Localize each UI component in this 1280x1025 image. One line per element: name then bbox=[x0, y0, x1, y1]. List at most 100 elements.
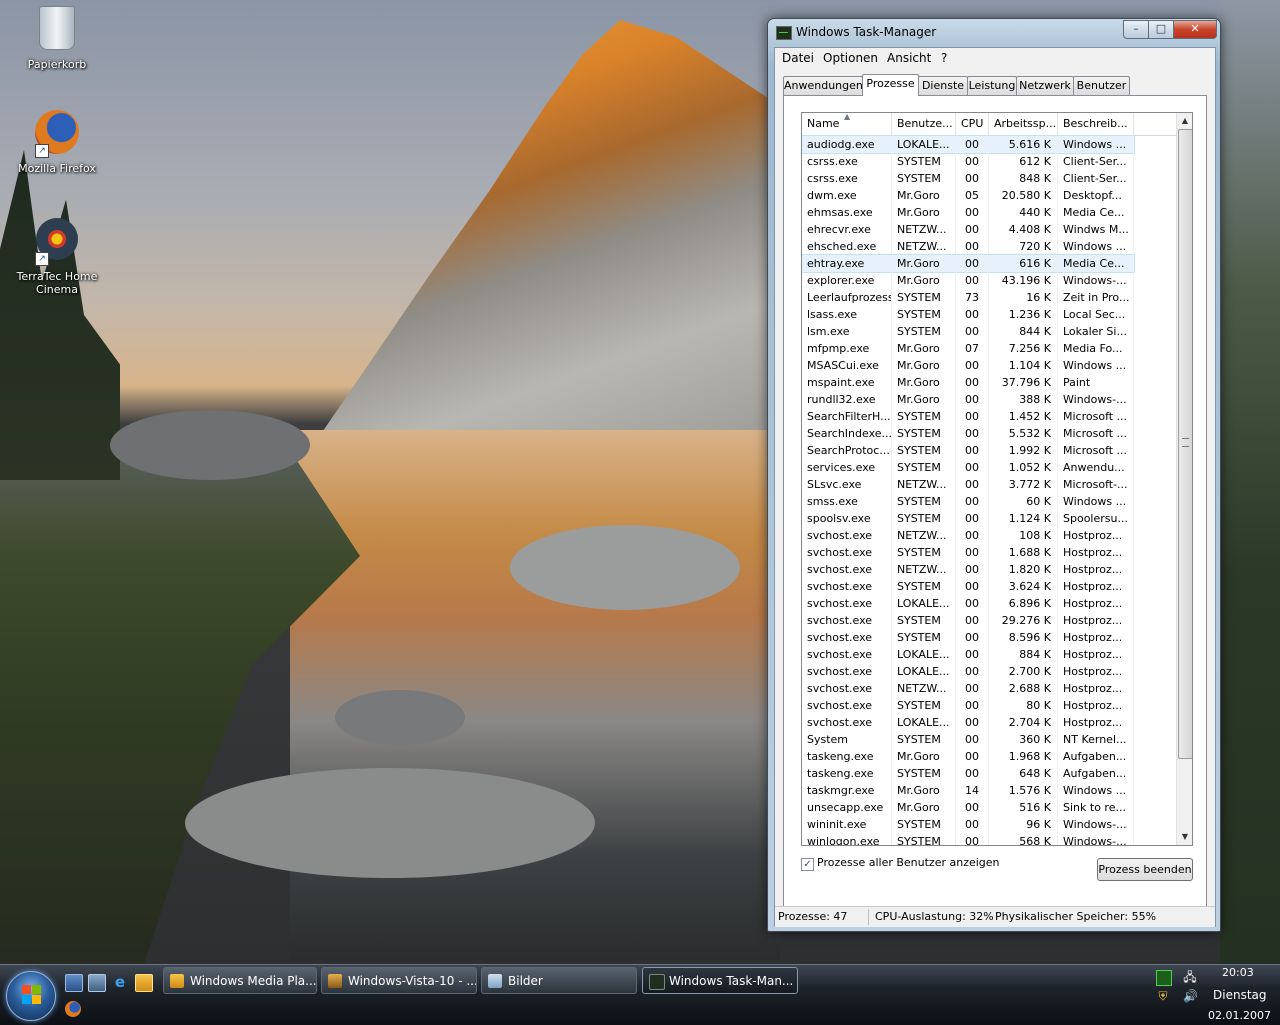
table-row[interactable]: ehrecvr.exe NETZW... 00 4.408 K Windws M... bbox=[802, 221, 1134, 238]
taskbar-button-bilder[interactable]: Bilder bbox=[481, 967, 637, 994]
scroll-thumb[interactable] bbox=[1178, 129, 1192, 759]
table-row[interactable]: svchost.exe SYSTEM 00 80 K Hostproz... bbox=[802, 697, 1134, 714]
menu-datei[interactable]: Datei bbox=[782, 51, 814, 65]
table-row[interactable]: dwm.exe Mr.Goro 05 20.580 K Desktopf... bbox=[802, 187, 1134, 204]
close-button[interactable]: ✕ bbox=[1173, 20, 1217, 39]
process-list[interactable]: ▲ Name Benutze... CPU Arbeitssp... Besch… bbox=[801, 112, 1193, 846]
switch-windows-icon[interactable] bbox=[88, 974, 106, 992]
taskbar-button-label: Bilder bbox=[508, 974, 543, 988]
table-row[interactable]: SearchFilterH... SYSTEM 00 1.452 K Microsoft… bbox=[802, 408, 1134, 425]
network-icon[interactable]: 🖧 bbox=[1183, 970, 1197, 984]
table-row[interactable]: explorer.exe Mr.Goro 00 43.196 K Windows-... bbox=[802, 272, 1134, 289]
tab-anwendungen[interactable]: Anwendungen bbox=[783, 76, 863, 95]
cpu-meter-icon[interactable] bbox=[1156, 970, 1172, 986]
table-row[interactable]: unsecapp.exe Mr.Goro 00 516 K Sink to re... bbox=[802, 799, 1134, 816]
table-row[interactable]: smss.exe SYSTEM 00 60 K Windows ... bbox=[802, 493, 1134, 510]
table-row[interactable]: csrss.exe SYSTEM 00 612 K Client-Ser... bbox=[802, 153, 1134, 170]
firefox-quicklaunch-icon[interactable] bbox=[65, 1001, 81, 1017]
table-row[interactable]: SearchIndexe... SYSTEM 00 5.532 K Microsoft … bbox=[802, 425, 1134, 442]
table-row[interactable]: mfpmp.exe Mr.Goro 07 7.256 K Media Fo... bbox=[802, 340, 1134, 357]
process-description: Hostproz... bbox=[1058, 646, 1134, 663]
process-name: svchost.exe bbox=[802, 544, 892, 561]
tab-benutzer[interactable]: Benutzer bbox=[1073, 76, 1130, 95]
column-header-name[interactable]: ▲ Name bbox=[802, 113, 892, 135]
tab-prozesse[interactable]: Prozesse bbox=[862, 74, 919, 96]
table-row[interactable]: svchost.exe LOKALE... 00 884 K Hostproz... bbox=[802, 646, 1134, 663]
table-row[interactable]: spoolsv.exe SYSTEM 00 1.124 K Spoolersu... bbox=[802, 510, 1134, 527]
taskbar-button-task-manager[interactable]: Windows Task-Man... bbox=[642, 967, 798, 994]
table-row[interactable]: services.exe SYSTEM 00 1.052 K Anwendu... bbox=[802, 459, 1134, 476]
volume-icon[interactable]: 🔊 bbox=[1183, 989, 1198, 1003]
tab-netzwerk[interactable]: Netzwerk bbox=[1016, 76, 1074, 95]
process-cpu: 00 bbox=[956, 221, 989, 238]
menu-optionen[interactable]: Optionen bbox=[823, 51, 878, 65]
table-row[interactable]: svchost.exe NETZW... 00 108 K Hostproz... bbox=[802, 527, 1134, 544]
tab-dienste[interactable]: Dienste bbox=[918, 76, 968, 95]
table-row[interactable]: audiodg.exe LOKALE... 00 5.616 K Windows ... bbox=[802, 135, 1135, 154]
table-row[interactable]: taskeng.exe SYSTEM 00 648 K Aufgaben... bbox=[802, 765, 1134, 782]
table-row[interactable]: svchost.exe SYSTEM 00 29.276 K Hostproz... bbox=[802, 612, 1134, 629]
show-desktop-icon[interactable] bbox=[65, 974, 83, 992]
table-row[interactable]: svchost.exe NETZW... 00 2.688 K Hostproz... bbox=[802, 680, 1134, 697]
table-row[interactable]: mspaint.exe Mr.Goro 00 37.796 K Paint bbox=[802, 374, 1134, 391]
clock-time[interactable]: 20:03 bbox=[1222, 966, 1254, 979]
process-name: smss.exe bbox=[802, 493, 892, 510]
tab-leistung[interactable]: Leistung bbox=[967, 76, 1017, 95]
desktop-icon-terratec[interactable]: ↗ TerraTec Home Cinema bbox=[12, 218, 102, 296]
table-row[interactable]: SLsvc.exe NETZW... 00 3.772 K Microsoft-... bbox=[802, 476, 1134, 493]
table-row[interactable]: ehtray.exe Mr.Goro 00 616 K Media Ce... bbox=[802, 254, 1135, 273]
column-header-user[interactable]: Benutze... bbox=[892, 113, 956, 135]
table-row[interactable]: svchost.exe LOKALE... 00 2.704 K Hostproz... bbox=[802, 714, 1134, 731]
table-row[interactable]: System SYSTEM 00 360 K NT Kernel... bbox=[802, 731, 1134, 748]
taskbar-button-vista-image[interactable]: Windows-Vista-10 - ... bbox=[321, 967, 477, 994]
table-row[interactable]: winlogon.exe SYSTEM 00 568 K Windows-... bbox=[802, 833, 1134, 845]
table-row[interactable]: wininit.exe SYSTEM 00 96 K Windows-... bbox=[802, 816, 1134, 833]
internet-explorer-icon[interactable]: e bbox=[112, 974, 128, 990]
vertical-scrollbar[interactable]: ▲ ▼ bbox=[1176, 113, 1192, 845]
title-bar[interactable]: Windows Task-Manager – □ ✕ bbox=[768, 19, 1220, 47]
table-row[interactable]: Leerlaufprozess SYSTEM 73 16 K Zeit in Pro..… bbox=[802, 289, 1134, 306]
desktop-icon-recycle-bin[interactable]: Papierkorb bbox=[12, 4, 102, 71]
table-row[interactable]: svchost.exe LOKALE... 00 2.700 K Hostproz... bbox=[802, 663, 1134, 680]
table-row[interactable]: rundll32.exe Mr.Goro 00 388 K Windows-... bbox=[802, 391, 1134, 408]
table-row[interactable]: svchost.exe LOKALE... 00 6.896 K Hostproz... bbox=[802, 595, 1134, 612]
maximize-button[interactable]: □ bbox=[1148, 20, 1174, 39]
task-manager-icon bbox=[649, 974, 665, 990]
column-header-description[interactable]: Beschreib... bbox=[1058, 113, 1134, 135]
security-shield-icon[interactable]: ⛨ bbox=[1156, 989, 1170, 1003]
table-row[interactable]: ehsched.exe NETZW... 00 720 K Windows ... bbox=[802, 238, 1134, 255]
process-cpu: 00 bbox=[956, 272, 989, 289]
media-player-icon[interactable] bbox=[135, 974, 153, 992]
menu-ansicht[interactable]: Ansicht bbox=[887, 51, 931, 65]
process-cpu: 00 bbox=[956, 561, 989, 578]
folder-icon bbox=[488, 974, 502, 988]
end-process-button[interactable]: Prozess beenden bbox=[1097, 858, 1193, 881]
scroll-down-icon[interactable]: ▼ bbox=[1177, 829, 1192, 845]
clock-date[interactable]: 02.01.2007 bbox=[1208, 1009, 1271, 1022]
scroll-up-icon[interactable]: ▲ bbox=[1177, 113, 1192, 129]
table-row[interactable]: svchost.exe SYSTEM 00 3.624 K Hostproz... bbox=[802, 578, 1134, 595]
column-header-memory[interactable]: Arbeitssp... bbox=[989, 113, 1058, 135]
list-header: ▲ Name Benutze... CPU Arbeitssp... Besch… bbox=[802, 113, 1176, 136]
table-row[interactable]: lsass.exe SYSTEM 00 1.236 K Local Sec... bbox=[802, 306, 1134, 323]
table-row[interactable]: svchost.exe SYSTEM 00 8.596 K Hostproz... bbox=[802, 629, 1134, 646]
process-memory: 4.408 K bbox=[989, 221, 1058, 238]
taskbar-button-media-player[interactable]: Windows Media Pla... bbox=[163, 967, 317, 994]
table-row[interactable]: taskmgr.exe Mr.Goro 14 1.576 K Windows ... bbox=[802, 782, 1134, 799]
table-row[interactable]: ehmsas.exe Mr.Goro 00 440 K Media Ce... bbox=[802, 204, 1134, 221]
minimize-button[interactable]: – bbox=[1123, 20, 1149, 39]
show-all-users-checkbox[interactable]: ✓ bbox=[801, 858, 814, 871]
process-description: Windows-... bbox=[1058, 272, 1134, 289]
column-header-cpu[interactable]: CPU bbox=[956, 113, 989, 135]
table-row[interactable]: taskeng.exe Mr.Goro 00 1.968 K Aufgaben... bbox=[802, 748, 1134, 765]
menu-help[interactable]: ? bbox=[941, 51, 947, 65]
table-row[interactable]: SearchProtoc... SYSTEM 00 1.992 K Microsoft … bbox=[802, 442, 1134, 459]
clock-day[interactable]: Dienstag bbox=[1213, 988, 1267, 1002]
table-row[interactable]: svchost.exe NETZW... 00 1.820 K Hostproz... bbox=[802, 561, 1134, 578]
table-row[interactable]: csrss.exe SYSTEM 00 848 K Client-Ser... bbox=[802, 170, 1134, 187]
table-row[interactable]: svchost.exe SYSTEM 00 1.688 K Hostproz... bbox=[802, 544, 1134, 561]
desktop-icon-firefox[interactable]: ↗ Mozilla Firefox bbox=[12, 110, 102, 175]
start-button[interactable] bbox=[6, 971, 56, 1021]
table-row[interactable]: lsm.exe SYSTEM 00 844 K Lokaler Si... bbox=[802, 323, 1134, 340]
table-row[interactable]: MSASCui.exe Mr.Goro 00 1.104 K Windows ... bbox=[802, 357, 1134, 374]
